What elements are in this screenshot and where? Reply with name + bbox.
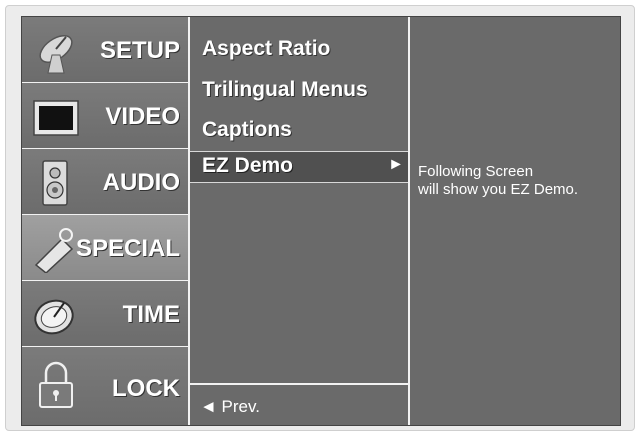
clock-icon xyxy=(34,299,74,335)
sidebar-item-video[interactable]: VIDEO xyxy=(22,83,188,149)
description-line: will show you EZ Demo. xyxy=(418,181,579,198)
sidebar-item-label: SPECIAL xyxy=(75,235,180,262)
description-pane: Following Screen will show you EZ Demo. xyxy=(410,17,620,425)
menu-item-aspect-ratio[interactable]: Aspect Ratio xyxy=(202,37,330,61)
menu-item-captions[interactable]: Captions xyxy=(202,118,292,142)
menu-item-ez-demo[interactable]: EZ Demo ► xyxy=(190,151,408,183)
speaker-icon xyxy=(42,160,68,206)
sidebar-item-label: TIME xyxy=(122,301,180,328)
tv-screen-icon xyxy=(33,100,79,136)
description-text: Following Screen will show you EZ Demo. xyxy=(418,163,578,199)
menu-item-trilingual-menus[interactable]: Trilingual Menus xyxy=(202,78,368,102)
padlock-icon xyxy=(39,361,73,408)
sidebar-item-audio[interactable]: AUDIO xyxy=(22,149,188,215)
sidebar-item-label: AUDIO xyxy=(102,169,180,196)
sidebar-item-label: VIDEO xyxy=(105,103,180,130)
category-sidebar: SETUP VIDEO AUDIO SPECIAL TIME LOCK xyxy=(22,17,188,425)
prev-label: ◄ Prev. xyxy=(200,397,260,416)
sidebar-item-lock[interactable]: LOCK xyxy=(22,347,188,425)
tag-icon xyxy=(34,228,74,273)
sidebar-item-time[interactable]: TIME xyxy=(22,281,188,347)
sidebar-item-special[interactable]: SPECIAL xyxy=(22,215,188,281)
satellite-dish-icon xyxy=(39,35,73,74)
menu-item-label: EZ Demo xyxy=(202,154,294,177)
submenu-list: Aspect Ratio Trilingual Menus Captions E… xyxy=(190,17,408,425)
description-line: Following Screen xyxy=(418,163,534,180)
osd-menu-panel: SETUP VIDEO AUDIO SPECIAL TIME LOCK Aspe… xyxy=(21,16,621,426)
right-arrow-icon: ► xyxy=(388,156,404,173)
sidebar-item-label: SETUP xyxy=(99,37,180,64)
sidebar-item-setup[interactable]: SETUP xyxy=(22,17,188,83)
sidebar-item-label: LOCK xyxy=(112,375,180,402)
prev-button[interactable]: ◄ Prev. xyxy=(190,383,408,425)
